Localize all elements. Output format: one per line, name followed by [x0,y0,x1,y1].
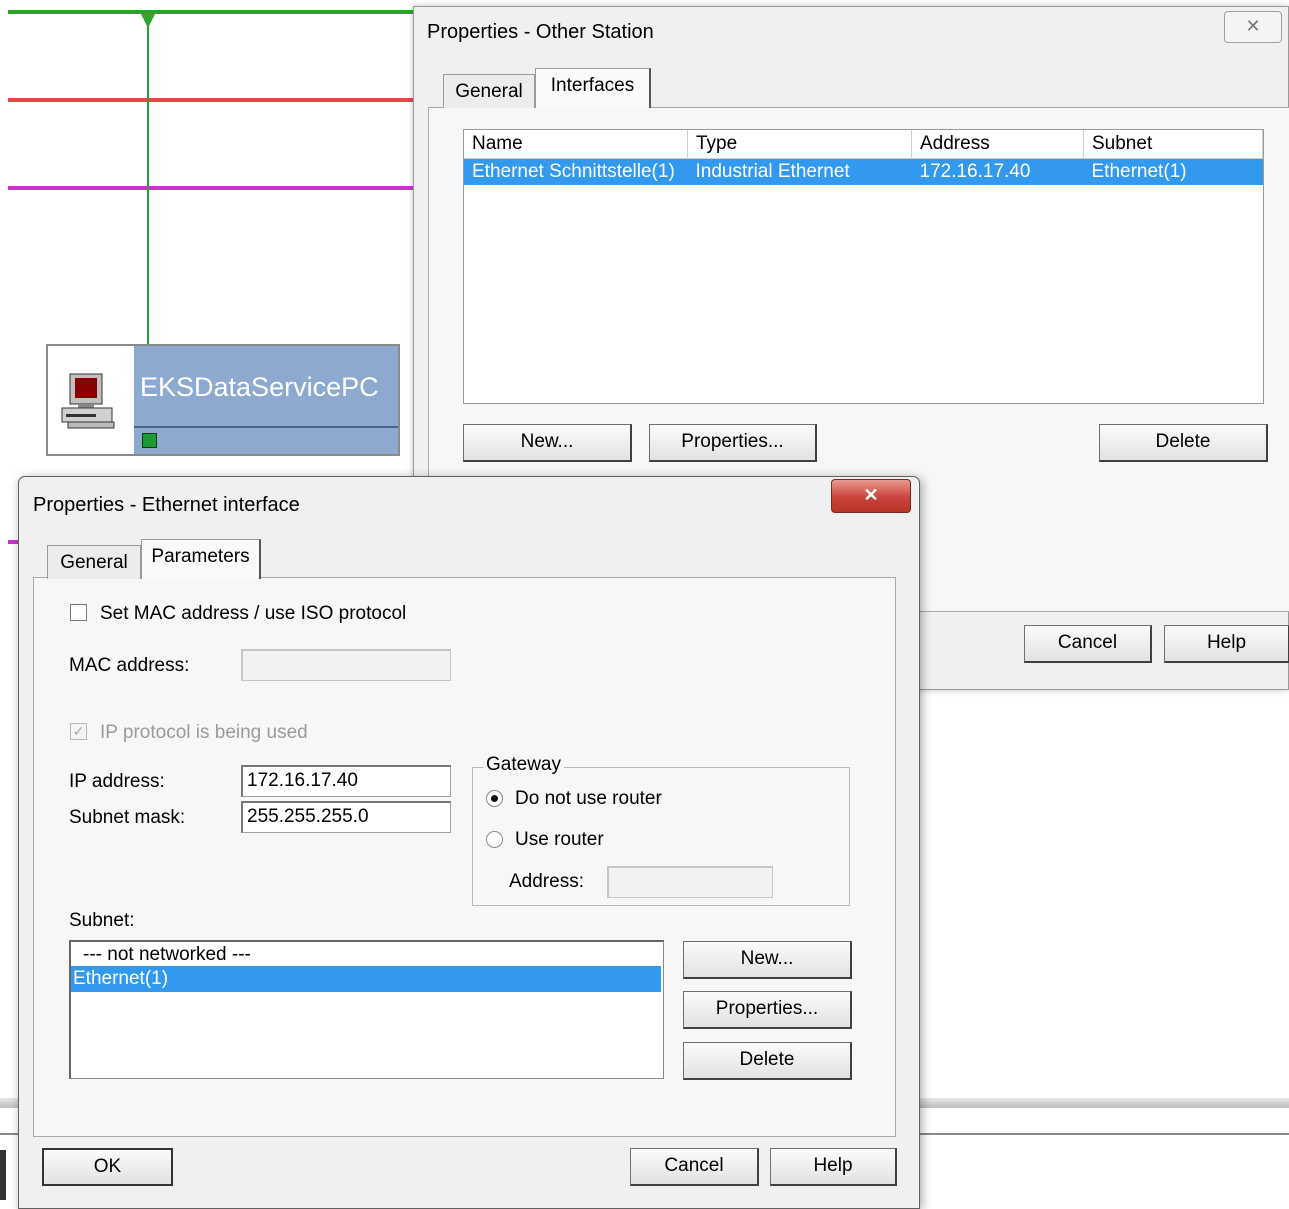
list-item[interactable]: --- not networked --- [71,942,663,966]
help-button[interactable]: Help [1164,625,1289,663]
cell-subnet: Ethernet(1) [1091,161,1187,182]
delete-subnet-button[interactable]: Delete [683,1042,852,1080]
do-not-use-router-label: Do not use router [515,788,662,809]
ip-protocol-checkbox: ✓ [70,723,87,740]
gateway-legend: Gateway [483,754,564,776]
ethernet-interface-properties-dialog: Properties - Ethernet interface ✕ Genera… [18,476,920,1209]
tab-general[interactable]: General [47,545,141,579]
router-address-label: Address: [509,871,584,892]
tab-label: General [455,81,523,102]
ethernet-port-icon[interactable] [142,433,157,448]
set-mac-address-checkbox[interactable] [70,604,87,621]
tab-label: Parameters [151,546,250,567]
cell-type: Industrial Ethernet [695,161,850,182]
do-not-use-router-radio[interactable] [486,790,503,807]
use-router-label: Use router [515,829,604,850]
ok-button[interactable]: OK [42,1148,173,1186]
cell-address: 172.16.17.40 [919,161,1031,182]
tab-interfaces[interactable]: Interfaces [535,68,651,108]
mac-address-field[interactable] [241,649,451,681]
set-mac-address-label: Set MAC address / use ISO protocol [100,603,407,624]
tab-general[interactable]: General [443,74,535,108]
close-icon: ✕ [1245,16,1261,36]
delete-interface-button[interactable]: Delete [1099,424,1268,462]
close-button[interactable]: ✕ [831,479,911,513]
station-eksdataservicepc[interactable]: EKSDataServicePC [46,344,400,456]
column-header-name[interactable]: Name [464,130,688,159]
table-header: Name Type Address Subnet [464,130,1263,159]
subnet-mask-field[interactable]: 255.255.255.0 [241,801,451,833]
column-header-type[interactable]: Type [687,130,912,159]
close-icon: ✕ [863,485,879,505]
subnet-listbox[interactable]: --- not networked --- Ethernet(1) [69,940,664,1079]
table-row[interactable]: Ethernet Schnittstelle(1) Industrial Eth… [464,158,1263,185]
tab-label: General [60,552,128,573]
background-window-edge [0,1150,6,1200]
cell-name: Ethernet Schnittstelle(1) [472,161,675,182]
ip-address-label: IP address: [69,771,165,792]
pc-station-icon [48,346,135,454]
green-bus-line [8,10,428,14]
dialog-title: Properties - Ethernet interface [33,494,300,516]
ip-protocol-label: IP protocol is being used [100,722,308,743]
interface-properties-button[interactable]: Properties... [649,424,817,462]
cancel-button[interactable]: Cancel [1024,625,1152,663]
use-router-radio[interactable] [486,831,503,848]
cancel-button[interactable]: Cancel [630,1148,759,1186]
interfaces-table[interactable]: Name Type Address Subnet Ethernet Schnit… [463,129,1264,404]
list-item[interactable]: Ethernet(1) [71,966,661,992]
column-header-address[interactable]: Address [911,130,1084,159]
subnet-mask-label: Subnet mask: [69,807,186,828]
subnet-label: Subnet: [69,910,135,931]
station-connection-line [147,12,149,344]
station-port-row [134,426,398,454]
subnet-properties-button[interactable]: Properties... [683,991,852,1029]
ip-address-field[interactable]: 172.16.17.40 [241,765,451,797]
station-name: EKSDataServicePC [134,346,398,426]
dialog-title: Properties - Other Station [427,21,654,43]
list-item-label: --- not networked --- [83,944,251,965]
help-button[interactable]: Help [770,1148,897,1186]
list-item-label: Ethernet(1) [73,968,169,989]
close-button[interactable]: ✕ [1224,11,1282,43]
tab-label: Interfaces [550,75,635,96]
tab-parameters[interactable]: Parameters [141,539,261,579]
new-subnet-button[interactable]: New... [683,941,852,979]
gateway-groupbox: Gateway Do not use router Use router Add… [472,754,850,906]
mac-address-label: MAC address: [69,655,190,676]
magenta-bus-line [8,186,428,190]
router-address-field[interactable] [607,866,773,898]
new-interface-button[interactable]: New... [463,424,632,462]
column-header-subnet[interactable]: Subnet [1083,130,1263,159]
red-bus-line [8,98,428,102]
